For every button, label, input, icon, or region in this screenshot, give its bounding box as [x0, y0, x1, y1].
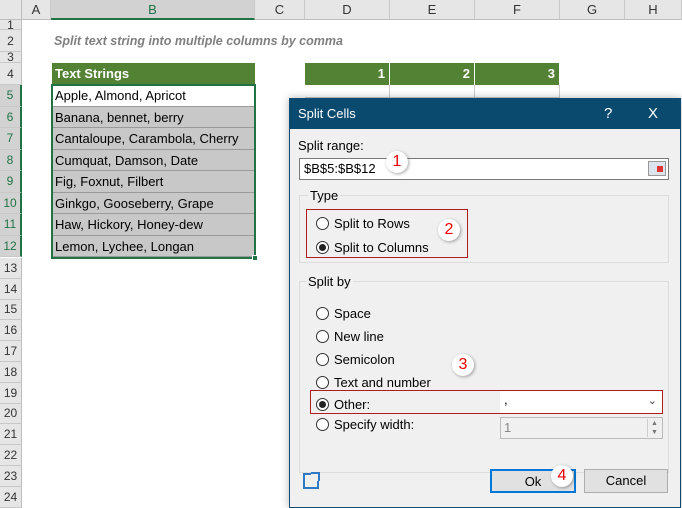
row-header-13[interactable]: 13 — [0, 258, 22, 279]
radio-checked-icon — [316, 398, 329, 411]
select-all-button[interactable] — [0, 0, 22, 20]
row-header-3[interactable]: 3 — [0, 52, 22, 63]
row-header-10[interactable]: 10 — [0, 192, 22, 214]
row-header-18[interactable]: 18 — [0, 362, 22, 383]
radio-label: New line — [334, 329, 384, 344]
radio-checked-icon — [316, 241, 329, 254]
split-by-label: Split by — [306, 274, 353, 289]
row-header-8[interactable]: 8 — [0, 149, 22, 171]
row-header-4[interactable]: 4 — [0, 63, 22, 85]
width-spinner[interactable]: 1 ▲ ▼ — [500, 417, 663, 439]
row-header-20[interactable]: 20 — [0, 403, 22, 425]
column-header-F[interactable]: F — [475, 0, 560, 20]
width-value: 1 — [504, 420, 512, 435]
external-link-icon[interactable] — [303, 472, 320, 489]
row-header-15[interactable]: 15 — [0, 299, 22, 321]
radio-icon — [316, 418, 329, 431]
result-cell[interactable] — [390, 85, 475, 98]
radio-icon — [316, 217, 329, 230]
row-header-5[interactable]: 5 — [0, 85, 22, 107]
radio-icon — [316, 330, 329, 343]
spinner-arrows-icon[interactable]: ▲ ▼ — [647, 419, 661, 437]
fill-handle[interactable] — [252, 255, 258, 261]
radio-label: Specify width: — [334, 417, 415, 432]
radio-icon — [316, 353, 329, 366]
column-header-D[interactable]: D — [305, 0, 390, 20]
chevron-down-icon[interactable]: ⌄ — [648, 392, 657, 410]
radio-label: Semicolon — [334, 352, 395, 367]
row-header-11[interactable]: 11 — [0, 214, 22, 236]
split-cells-dialog: Split Cells ? X Split range: $B$5:$B$12 … — [289, 98, 681, 508]
other-delimiter-value: , — [504, 392, 508, 407]
row-header-9[interactable]: 9 — [0, 171, 22, 193]
row-header-2[interactable]: 2 — [0, 30, 22, 52]
step-badge-4: 4 — [551, 465, 573, 487]
column-header-H[interactable]: H — [625, 0, 682, 20]
sheet-title: Split text string into multiple columns … — [54, 34, 343, 48]
radio-icon — [316, 376, 329, 389]
text-strings-header: Text Strings — [52, 63, 255, 85]
result-cell[interactable] — [475, 85, 560, 98]
result-cell[interactable] — [305, 85, 390, 98]
split-range-value: $B$5:$B$12 — [304, 161, 376, 176]
split-range-label: Split range: — [298, 138, 364, 153]
column-header-C[interactable]: C — [255, 0, 305, 20]
step-badge-3: 3 — [452, 354, 474, 376]
row-header-21[interactable]: 21 — [0, 424, 22, 446]
radio-label: Split to Columns — [334, 240, 429, 255]
result-header-2: 2 — [390, 63, 475, 85]
row-header-7[interactable]: 7 — [0, 128, 22, 150]
type-label: Type — [308, 188, 341, 203]
row-header-16[interactable]: 16 — [0, 320, 22, 342]
other-radio[interactable]: Other: — [316, 397, 370, 412]
column-header-G[interactable]: G — [560, 0, 625, 20]
row-header-23[interactable]: 23 — [0, 466, 22, 487]
radio-icon — [316, 307, 329, 320]
dialog-title-bar: Split Cells ? X — [290, 99, 680, 129]
space-radio[interactable]: Space — [316, 306, 371, 321]
range-select-icon[interactable] — [648, 161, 666, 176]
row-header-1[interactable]: 1 — [0, 20, 22, 30]
cancel-button[interactable]: Cancel — [584, 469, 668, 493]
row-header-24[interactable]: 24 — [0, 486, 22, 508]
split-range-input[interactable]: $B$5:$B$12 — [299, 158, 669, 180]
radio-label: Text and number — [334, 375, 431, 390]
result-header-3: 3 — [475, 63, 560, 85]
column-header-B[interactable]: B — [51, 0, 255, 20]
semicolon-radio[interactable]: Semicolon — [316, 352, 395, 367]
specify-width-radio[interactable]: Specify width: — [316, 417, 414, 432]
row-header-14[interactable]: 14 — [0, 278, 22, 300]
close-button[interactable]: X — [648, 99, 658, 129]
row-header-17[interactable]: 17 — [0, 341, 22, 362]
split-to-rows-radio[interactable]: Split to Rows — [316, 216, 410, 231]
text-and-number-radio[interactable]: Text and number — [316, 375, 431, 390]
step-badge-2: 2 — [438, 219, 460, 241]
row-header-22[interactable]: 22 — [0, 445, 22, 466]
row-header-6[interactable]: 6 — [0, 106, 22, 128]
result-header-1: 1 — [305, 63, 390, 85]
row-header-12[interactable]: 12 — [0, 235, 22, 257]
column-header-A[interactable]: A — [22, 0, 51, 20]
row-header-19[interactable]: 19 — [0, 382, 22, 404]
radio-label: Split to Rows — [334, 216, 410, 231]
step-badge-1: 1 — [386, 151, 408, 173]
other-delimiter-combobox[interactable]: , ⌄ — [500, 391, 662, 413]
split-to-columns-radio[interactable]: Split to Columns — [316, 240, 429, 255]
help-button[interactable]: ? — [604, 99, 612, 129]
dialog-title: Split Cells — [298, 106, 356, 121]
radio-label: Other: — [334, 397, 371, 412]
column-header-E[interactable]: E — [390, 0, 475, 20]
new-line-radio[interactable]: New line — [316, 329, 384, 344]
radio-label: Space — [334, 306, 371, 321]
selection-border — [51, 84, 256, 259]
